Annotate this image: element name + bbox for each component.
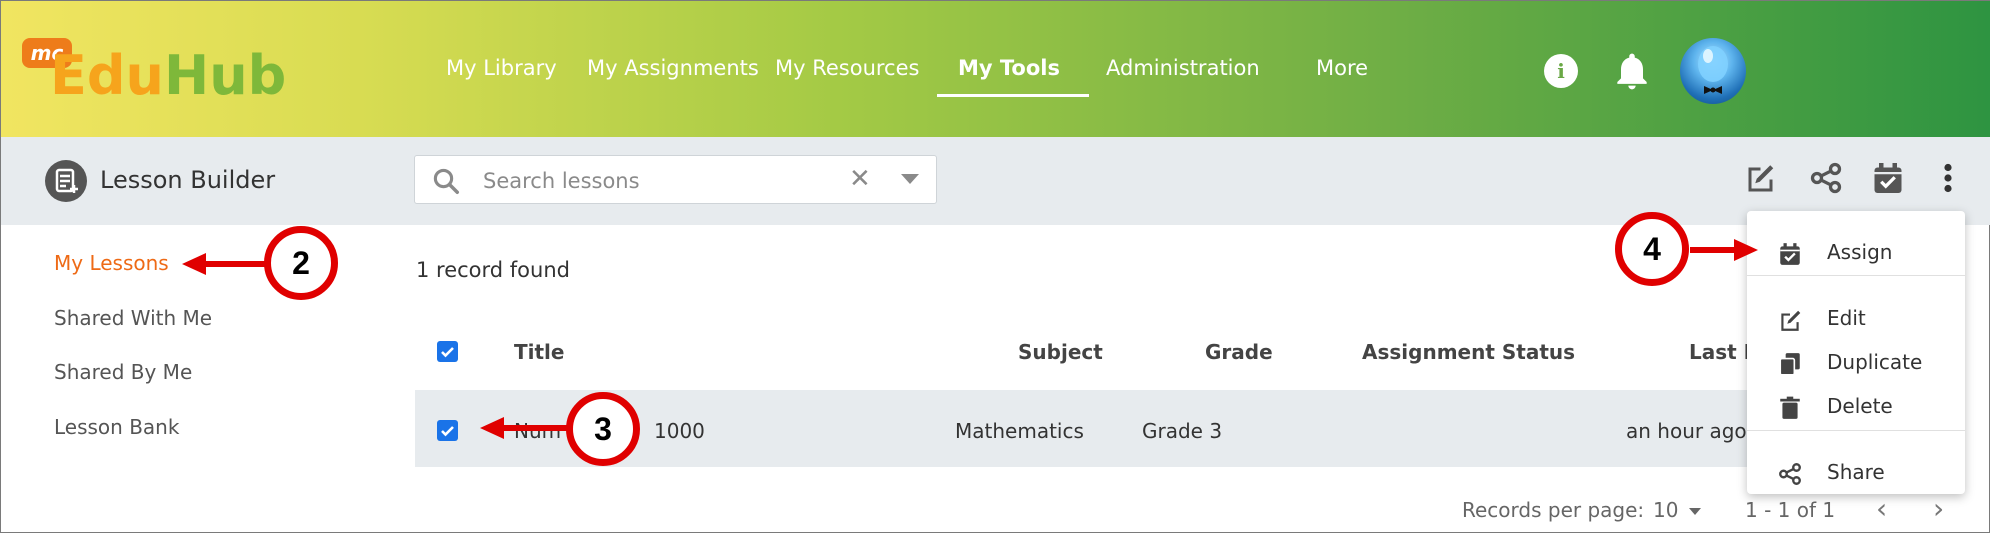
row-last-modified: an hour ago — [1626, 419, 1747, 443]
info-icon[interactable]: i — [1544, 54, 1578, 88]
row-grade: Grade 3 — [1142, 419, 1223, 443]
sidebar-item-shared-with-me[interactable]: Shared With Me — [54, 306, 212, 330]
trash-icon — [1780, 396, 1800, 419]
menu-item-assign[interactable]: Assign — [1747, 231, 1965, 275]
more-vert-icon[interactable] — [1930, 158, 1966, 198]
callout-4: 4 — [1615, 212, 1689, 286]
share-icon — [1779, 463, 1801, 485]
records-found-text: 1 record found — [416, 258, 570, 282]
column-header-assignment-status[interactable]: Assignment Status — [1362, 340, 1575, 364]
callout-number: 3 — [594, 411, 612, 447]
page-title: Lesson Builder — [100, 166, 276, 194]
nav-my-resources[interactable]: My Resources — [775, 56, 919, 80]
column-header-subject[interactable]: Subject — [1018, 340, 1103, 364]
search-icon — [433, 168, 459, 194]
avatar[interactable] — [1680, 38, 1746, 104]
records-per-page-caret-icon[interactable] — [1689, 508, 1701, 515]
menu-divider — [1747, 430, 1965, 431]
checkmark-icon — [441, 347, 454, 358]
records-per-page-select[interactable]: 10 — [1653, 498, 1678, 522]
nav-more[interactable]: More — [1316, 56, 1368, 80]
search-dropdown-caret-icon[interactable] — [901, 174, 919, 184]
edit-icon — [1781, 310, 1801, 331]
select-all-checkbox[interactable] — [437, 341, 458, 362]
bell-icon[interactable] — [1610, 48, 1654, 94]
menu-item-label: Delete — [1827, 394, 1893, 418]
records-per-page-label: Records per page: — [1462, 498, 1645, 522]
row-title-end[interactable]: 1000 — [654, 419, 705, 443]
avatar-image — [1698, 46, 1728, 94]
menu-item-label: Assign — [1827, 240, 1893, 264]
logo-wordmark: EduHub — [50, 44, 287, 107]
column-header-grade[interactable]: Grade — [1205, 340, 1273, 364]
clear-search-icon[interactable]: ✕ — [849, 164, 871, 194]
callout-3-arrow — [480, 417, 576, 439]
menu-divider — [1747, 275, 1965, 276]
menu-item-label: Share — [1827, 460, 1885, 484]
callout-number: 4 — [1643, 231, 1661, 267]
search-input[interactable] — [481, 166, 825, 196]
edit-icon[interactable] — [1741, 158, 1777, 198]
active-nav-indicator — [937, 94, 1089, 97]
callout-2: 2 — [264, 226, 338, 300]
menu-item-label: Edit — [1827, 306, 1866, 330]
row-subject: Mathematics — [955, 419, 1084, 443]
calendar-check-icon — [1780, 243, 1800, 265]
nav-my-library[interactable]: My Library — [446, 56, 557, 80]
nav-my-assignments[interactable]: My Assignments — [587, 56, 759, 80]
nav-my-tools[interactable]: My Tools — [958, 56, 1060, 80]
search-box[interactable]: ✕ — [414, 155, 937, 204]
sidebar-item-my-lessons[interactable]: My Lessons — [54, 251, 169, 275]
lesson-builder-icon — [45, 160, 87, 202]
pagination-range: 1 - 1 of 1 — [1745, 498, 1836, 522]
calendar-check-icon[interactable] — [1870, 158, 1906, 198]
nav-administration[interactable]: Administration — [1106, 56, 1260, 80]
menu-item-share[interactable]: Share — [1747, 451, 1965, 495]
callout-number: 2 — [292, 245, 310, 281]
row-checkbox[interactable] — [437, 420, 458, 441]
eduhub-logo[interactable]: mc EduHub — [22, 36, 286, 107]
share-icon[interactable] — [1808, 158, 1844, 198]
sidebar-item-lesson-bank[interactable]: Lesson Bank — [54, 415, 179, 439]
callout-4-arrow — [1690, 239, 1758, 261]
more-actions-menu: Assign Edit Duplicate Delete Share — [1747, 211, 1965, 494]
menu-item-edit[interactable]: Edit — [1747, 297, 1965, 341]
column-header-title[interactable]: Title — [514, 340, 564, 364]
next-page-icon[interactable]: › — [1933, 492, 1944, 525]
callout-2-arrow — [182, 253, 268, 275]
sidebar-item-shared-by-me[interactable]: Shared By Me — [54, 360, 192, 384]
copy-icon — [1779, 353, 1800, 376]
info-glyph: i — [1557, 59, 1565, 83]
checkmark-icon — [441, 426, 454, 437]
menu-item-label: Duplicate — [1827, 350, 1923, 374]
menu-item-duplicate[interactable]: Duplicate — [1747, 341, 1965, 385]
prev-page-icon[interactable]: ‹ — [1876, 492, 1887, 525]
callout-3: 3 — [566, 392, 640, 466]
menu-item-delete[interactable]: Delete — [1747, 385, 1965, 429]
toolbar-bar — [1, 137, 1990, 225]
